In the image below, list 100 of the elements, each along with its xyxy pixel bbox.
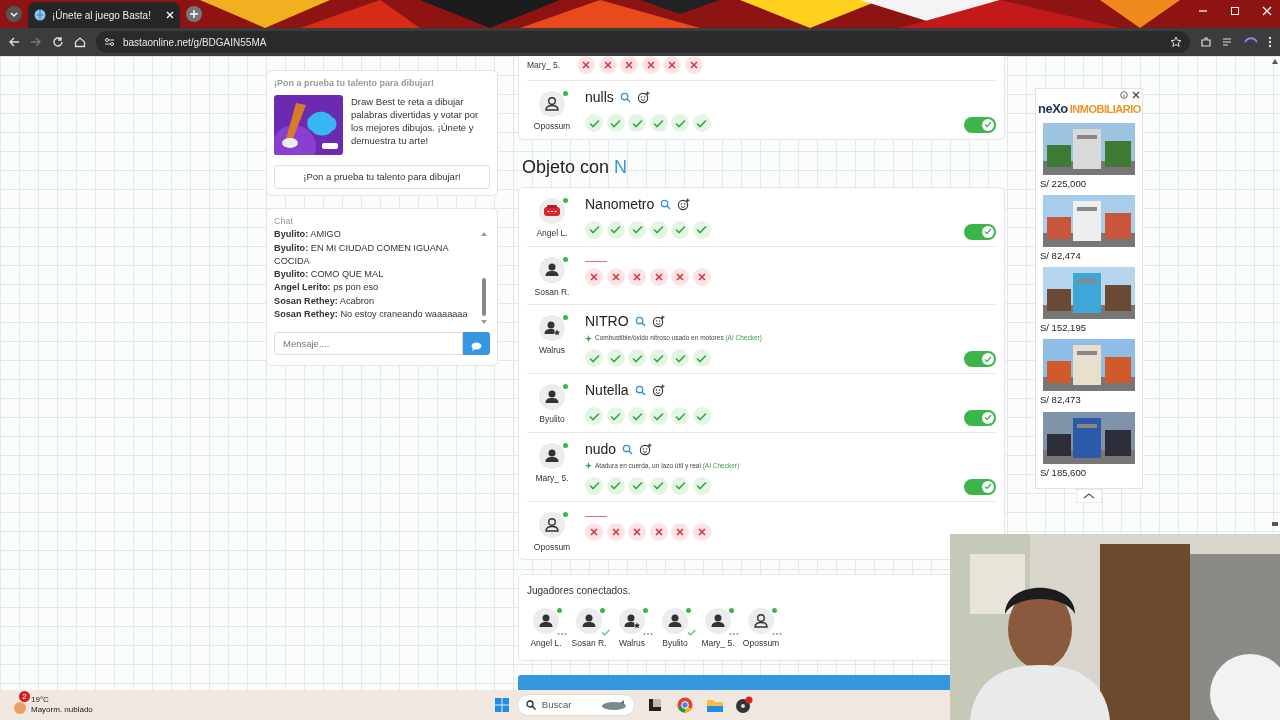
player-name: Angel L. — [530, 637, 562, 650]
chat-bubble-icon — [471, 341, 482, 351]
status-dot — [643, 608, 648, 614]
approve-toggle[interactable] — [964, 409, 996, 426]
approve-toggle[interactable] — [964, 223, 996, 240]
search-icon[interactable] — [634, 316, 646, 328]
approve-toggle[interactable] — [964, 478, 996, 495]
listing-price: S/ 225,000 — [1040, 176, 1087, 191]
status-dot — [563, 315, 568, 321]
answer-word: nudo — [585, 439, 617, 459]
promo-button[interactable]: ¡Pon a prueba tu talento para dibujar! — [274, 164, 490, 189]
empty-answer-line — [585, 260, 607, 262]
browser-tab[interactable]: ¡Únete al juego Basta! — [28, 2, 180, 28]
player-name: Sosan R. — [534, 285, 570, 299]
chat-message: Sosan Rethey: No estoy craneando waaaaaaa — [274, 308, 469, 322]
status-dot — [557, 608, 562, 614]
check-icon — [984, 228, 992, 235]
empty-answer-line — [585, 515, 607, 517]
promo-title: ¡Pon a prueba tu talento para dibujar! — [274, 77, 435, 90]
listing-price: S/ 185,600 — [1040, 465, 1087, 480]
panel-title: Jugadores conectados. — [527, 584, 632, 599]
temperature-label: 19°C — [31, 695, 50, 705]
status-dot — [563, 384, 568, 389]
close-button[interactable] — [1262, 6, 1272, 16]
reload-button[interactable] — [52, 36, 64, 48]
chat-title: Chat — [274, 214, 294, 228]
ad-logo: neXoINMOBILIARIO — [1038, 100, 1140, 118]
search-icon[interactable] — [634, 385, 646, 396]
maximize-button[interactable] — [1230, 6, 1240, 16]
emoji-add-icon[interactable] — [636, 91, 650, 104]
close-icon[interactable] — [1132, 91, 1140, 99]
status-dot — [686, 608, 691, 614]
task-view-button[interactable] — [648, 699, 661, 711]
send-button[interactable] — [463, 332, 490, 356]
tab-list-button[interactable] — [5, 5, 23, 23]
extensions-icon[interactable] — [1200, 36, 1212, 48]
player-name: Byulito — [662, 637, 688, 650]
app-button[interactable] — [734, 696, 753, 714]
emoji-add-icon[interactable] — [639, 442, 653, 456]
sparkle-icon — [585, 334, 592, 342]
emoji-add-icon[interactable] — [651, 315, 665, 329]
player-name: Opossum — [533, 120, 571, 133]
folder-button[interactable] — [706, 698, 723, 712]
player-name: Sosan R. — [571, 637, 607, 650]
chat-message: Angel Lerito: ps pon eso — [274, 281, 380, 295]
home-button[interactable] — [74, 36, 86, 48]
notification-badge: 2 — [19, 691, 30, 702]
search-icon — [525, 700, 536, 710]
search-icon[interactable] — [619, 92, 631, 103]
check-icon — [984, 355, 992, 363]
sparkle-icon — [585, 462, 592, 470]
answer-word: Nanometro — [585, 194, 655, 214]
status-dot — [772, 608, 777, 614]
taskbar-search[interactable]: Buscar — [516, 694, 635, 716]
status-dot — [563, 197, 568, 203]
status-dot — [563, 511, 568, 517]
player-name: Byulito — [539, 413, 565, 426]
check-icon — [984, 483, 992, 490]
search-icon[interactable] — [660, 198, 672, 210]
status-dot — [563, 256, 568, 262]
message-field[interactable]: Mensaje.... — [274, 332, 463, 356]
approve-toggle[interactable] — [964, 351, 996, 367]
emoji-add-icon[interactable] — [677, 197, 691, 211]
address-bar[interactable]: bastaonline.net/g/BDGAIN55MA — [96, 31, 1190, 53]
approve-toggle[interactable] — [964, 116, 996, 133]
listing-price: S/ 82,473 — [1040, 393, 1082, 408]
chat-message: Byulito: AMIGO — [274, 228, 342, 242]
player-name: Mary_ 5. — [701, 637, 735, 650]
promo-text: Draw Best te reta a dibujar palabras divertidas y votar por los mejores dibujos. ¡Únete y demuestra tu arte! — [351, 94, 480, 148]
weather-icon[interactable] — [12, 700, 28, 716]
globe-icon — [34, 9, 46, 21]
bookmark-star-icon[interactable] — [1170, 36, 1182, 48]
weather-label: Mayorm. nublado — [31, 705, 93, 715]
chrome-button[interactable] — [676, 697, 693, 713]
forward-button[interactable] — [30, 36, 42, 48]
info-icon[interactable] — [1120, 91, 1128, 99]
status-dot — [563, 91, 568, 96]
chat-message: Byulito: COMO QUE MAL — [274, 268, 385, 282]
chat-message: Sosan Rethey: Acabron — [274, 294, 376, 308]
listing-price: S/ 82,474 — [1040, 248, 1082, 263]
player-name: Walrus — [618, 637, 646, 650]
start-button[interactable] — [494, 698, 509, 712]
player-name: Opossum — [533, 540, 571, 554]
new-tab-button[interactable] — [185, 5, 203, 23]
back-button[interactable] — [8, 36, 20, 48]
category-title: Objeto con N — [521, 155, 629, 179]
widget-icon — [599, 699, 626, 711]
check-icon — [984, 414, 992, 422]
check-icon — [984, 121, 992, 129]
answer-word: nulls — [585, 88, 614, 107]
player-name: Opossum — [742, 637, 780, 650]
menu-icon[interactable] — [1268, 36, 1272, 48]
player-name: Mary_ 5. — [535, 471, 569, 485]
search-icon[interactable] — [622, 443, 634, 455]
status-dot — [729, 608, 734, 614]
chat-message: Byulito: EN MI CIUDAD COMEN IGUANA COCIDA — [274, 241, 450, 268]
site-info-icon[interactable] — [104, 37, 115, 47]
answer-word: NITRO — [585, 312, 629, 332]
emoji-add-icon[interactable] — [651, 384, 665, 397]
status-dot — [563, 442, 568, 448]
